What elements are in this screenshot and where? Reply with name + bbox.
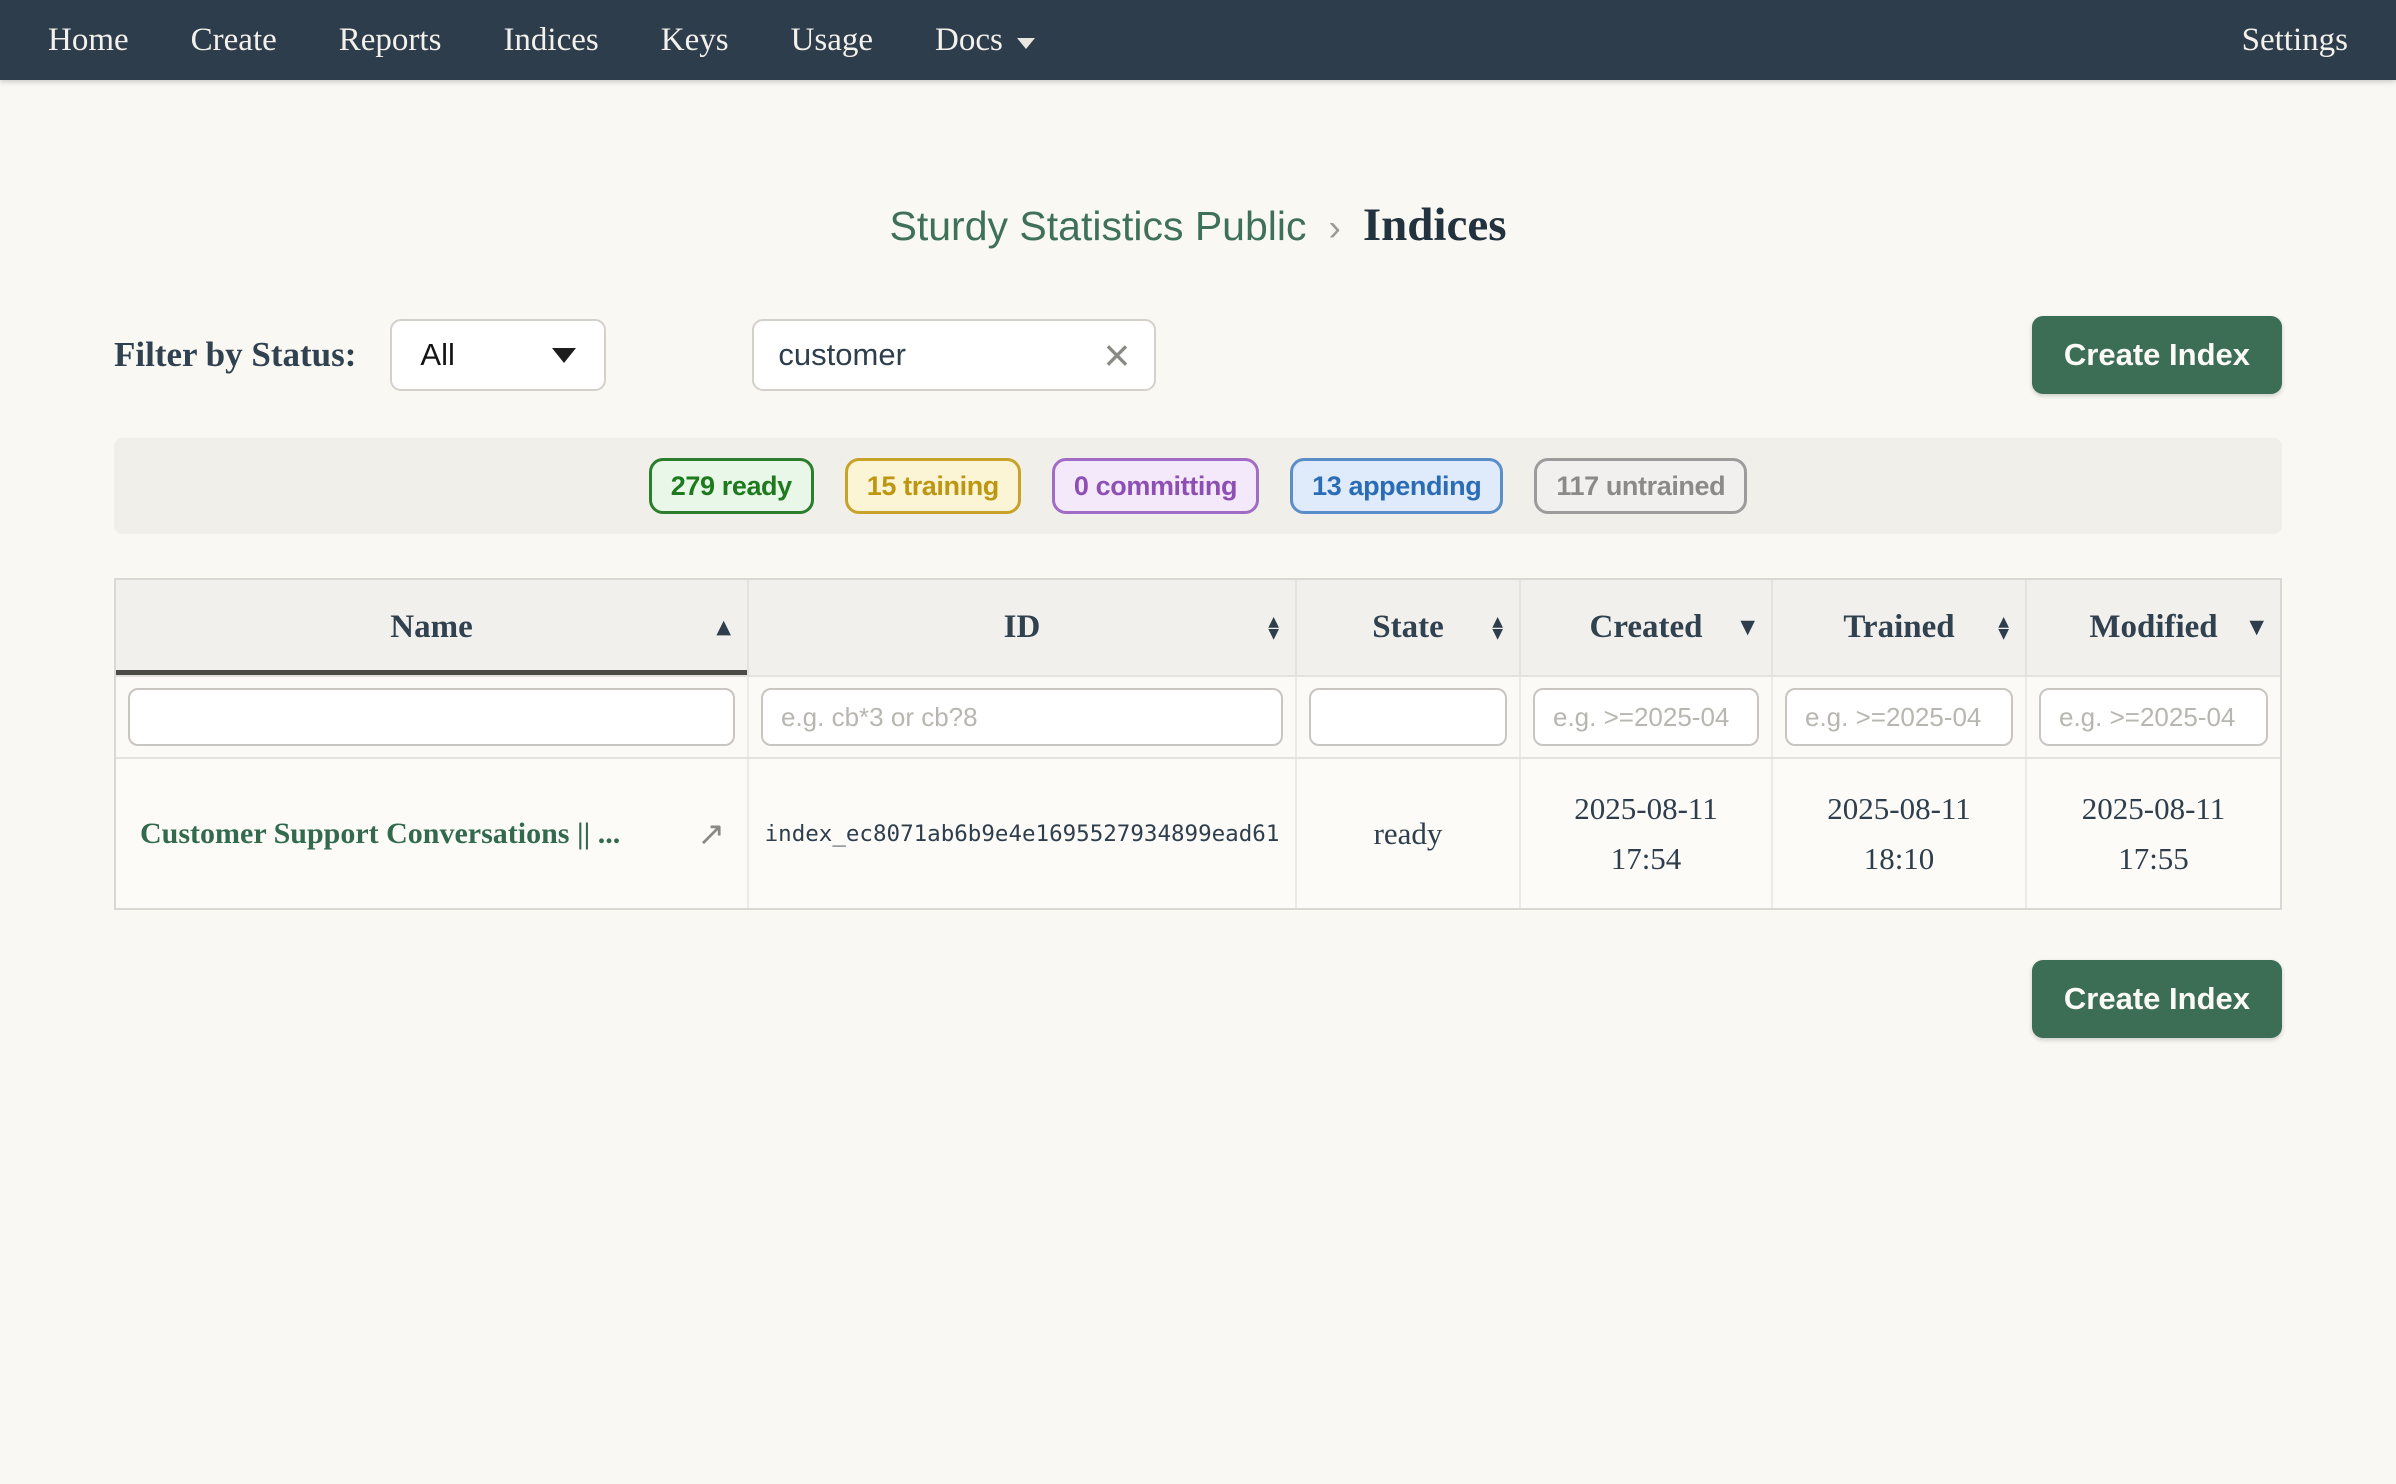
cell-created: 2025-08-11 17:54 [1521, 759, 1773, 908]
column-header-id[interactable]: ID ▲▼ [749, 580, 1297, 675]
breadcrumb-parent-link[interactable]: Sturdy Statistics Public [890, 203, 1307, 250]
column-header-trained[interactable]: Trained ▲▼ [1773, 580, 2027, 675]
cell-modified: 2025-08-11 17:55 [2027, 759, 2280, 908]
filter-bar: Filter by Status: All × Create Index [114, 316, 2282, 394]
sort-descending-icon: ▼ [1740, 618, 1755, 637]
modified-filter-input[interactable] [2039, 688, 2268, 746]
create-index-button-top[interactable]: Create Index [2032, 316, 2282, 394]
trained-time: 18:10 [1864, 834, 1935, 884]
status-badge-ready[interactable]: 279 ready [649, 458, 814, 514]
filter-cell-id [749, 677, 1297, 757]
table-header-row: Name ▲ ID ▲▼ State ▲▼ Created ▼ Trained … [116, 580, 2280, 677]
column-label-name: Name [390, 609, 472, 646]
main-content: Sturdy Statistics Public › Indices Filte… [114, 198, 2282, 1038]
trained-filter-input[interactable] [1785, 688, 2013, 746]
status-badge-committing[interactable]: 0 committing [1052, 458, 1259, 514]
filter-cell-trained [1773, 677, 2027, 757]
filter-status-label: Filter by Status: [114, 335, 356, 375]
name-filter-input[interactable] [128, 688, 735, 746]
cell-state: ready [1297, 759, 1521, 908]
status-badge-appending[interactable]: 13 appending [1290, 458, 1503, 514]
create-index-button-bottom[interactable]: Create Index [2032, 960, 2282, 1038]
sort-descending-icon: ▼ [2249, 618, 2264, 637]
search-input[interactable] [778, 337, 1093, 373]
sort-both-icon: ▲▼ [1998, 616, 2009, 640]
dropdown-caret-icon [552, 348, 576, 363]
column-header-modified[interactable]: Modified ▼ [2027, 580, 2280, 675]
cell-name: Customer Support Conversations || ... ↗ [116, 759, 749, 908]
table-filter-row [116, 677, 2280, 759]
breadcrumb-separator: › [1329, 207, 1341, 249]
nav-item-settings[interactable]: Settings [2242, 22, 2348, 59]
column-label-state: State [1372, 609, 1443, 646]
table-row: Customer Support Conversations || ... ↗ … [116, 759, 2280, 908]
bottom-button-area: Create Index [114, 960, 2282, 1038]
sort-both-icon: ▲▼ [1268, 616, 1279, 640]
status-badge-untrained[interactable]: 117 untrained [1534, 458, 1747, 514]
created-time: 17:54 [1611, 834, 1682, 884]
modified-date: 2025-08-11 [2082, 784, 2226, 834]
page-title: Indices [1363, 198, 1507, 252]
index-name-link[interactable]: Customer Support Conversations || ... [140, 817, 620, 851]
search-box: × [752, 319, 1156, 391]
id-filter-input[interactable] [761, 688, 1283, 746]
breadcrumb: Sturdy Statistics Public › Indices [114, 198, 2282, 252]
nav-item-reports[interactable]: Reports [339, 22, 442, 59]
docs-label: Docs [935, 22, 1003, 59]
nav-item-usage[interactable]: Usage [791, 22, 873, 59]
status-filter-value: All [420, 337, 454, 373]
column-label-modified: Modified [2089, 609, 2217, 646]
filter-cell-created [1521, 677, 1773, 757]
created-date: 2025-08-11 [1574, 784, 1718, 834]
state-filter-input[interactable] [1309, 688, 1507, 746]
nav-item-home[interactable]: Home [48, 22, 129, 59]
nav-item-create[interactable]: Create [191, 22, 277, 59]
filter-cell-state [1297, 677, 1521, 757]
column-label-created: Created [1589, 609, 1702, 646]
filter-cell-modified [2027, 677, 2280, 757]
column-header-created[interactable]: Created ▼ [1521, 580, 1773, 675]
column-header-state[interactable]: State ▲▼ [1297, 580, 1521, 675]
created-filter-input[interactable] [1533, 688, 1759, 746]
filter-cell-name [116, 677, 749, 757]
clear-search-icon[interactable]: × [1104, 332, 1131, 378]
docs-caret-icon [1017, 38, 1035, 49]
status-badge-strip: 279 ready 15 training 0 committing 13 ap… [114, 438, 2282, 534]
trained-date: 2025-08-11 [1827, 784, 1971, 834]
cell-trained: 2025-08-11 18:10 [1773, 759, 2027, 908]
modified-time: 17:55 [2118, 834, 2189, 884]
status-badge-training[interactable]: 15 training [845, 458, 1021, 514]
nav-item-docs[interactable]: Docs [935, 22, 1035, 59]
sort-both-icon: ▲▼ [1492, 616, 1503, 640]
nav-item-indices[interactable]: Indices [503, 22, 598, 59]
top-nav: Home Create Reports Indices Keys Usage D… [0, 0, 2396, 80]
column-header-name[interactable]: Name ▲ [116, 580, 749, 675]
column-label-trained: Trained [1843, 609, 1954, 646]
column-label-id: ID [1004, 609, 1041, 646]
nav-item-keys[interactable]: Keys [661, 22, 729, 59]
status-filter-select[interactable]: All [390, 319, 606, 391]
cell-id: index_ec8071ab6b9e4e1695527934899ead61 [749, 759, 1297, 908]
external-link-icon[interactable]: ↗ [683, 814, 725, 853]
sort-ascending-icon: ▲ [716, 618, 731, 637]
indices-table: Name ▲ ID ▲▼ State ▲▼ Created ▼ Trained … [114, 578, 2282, 910]
